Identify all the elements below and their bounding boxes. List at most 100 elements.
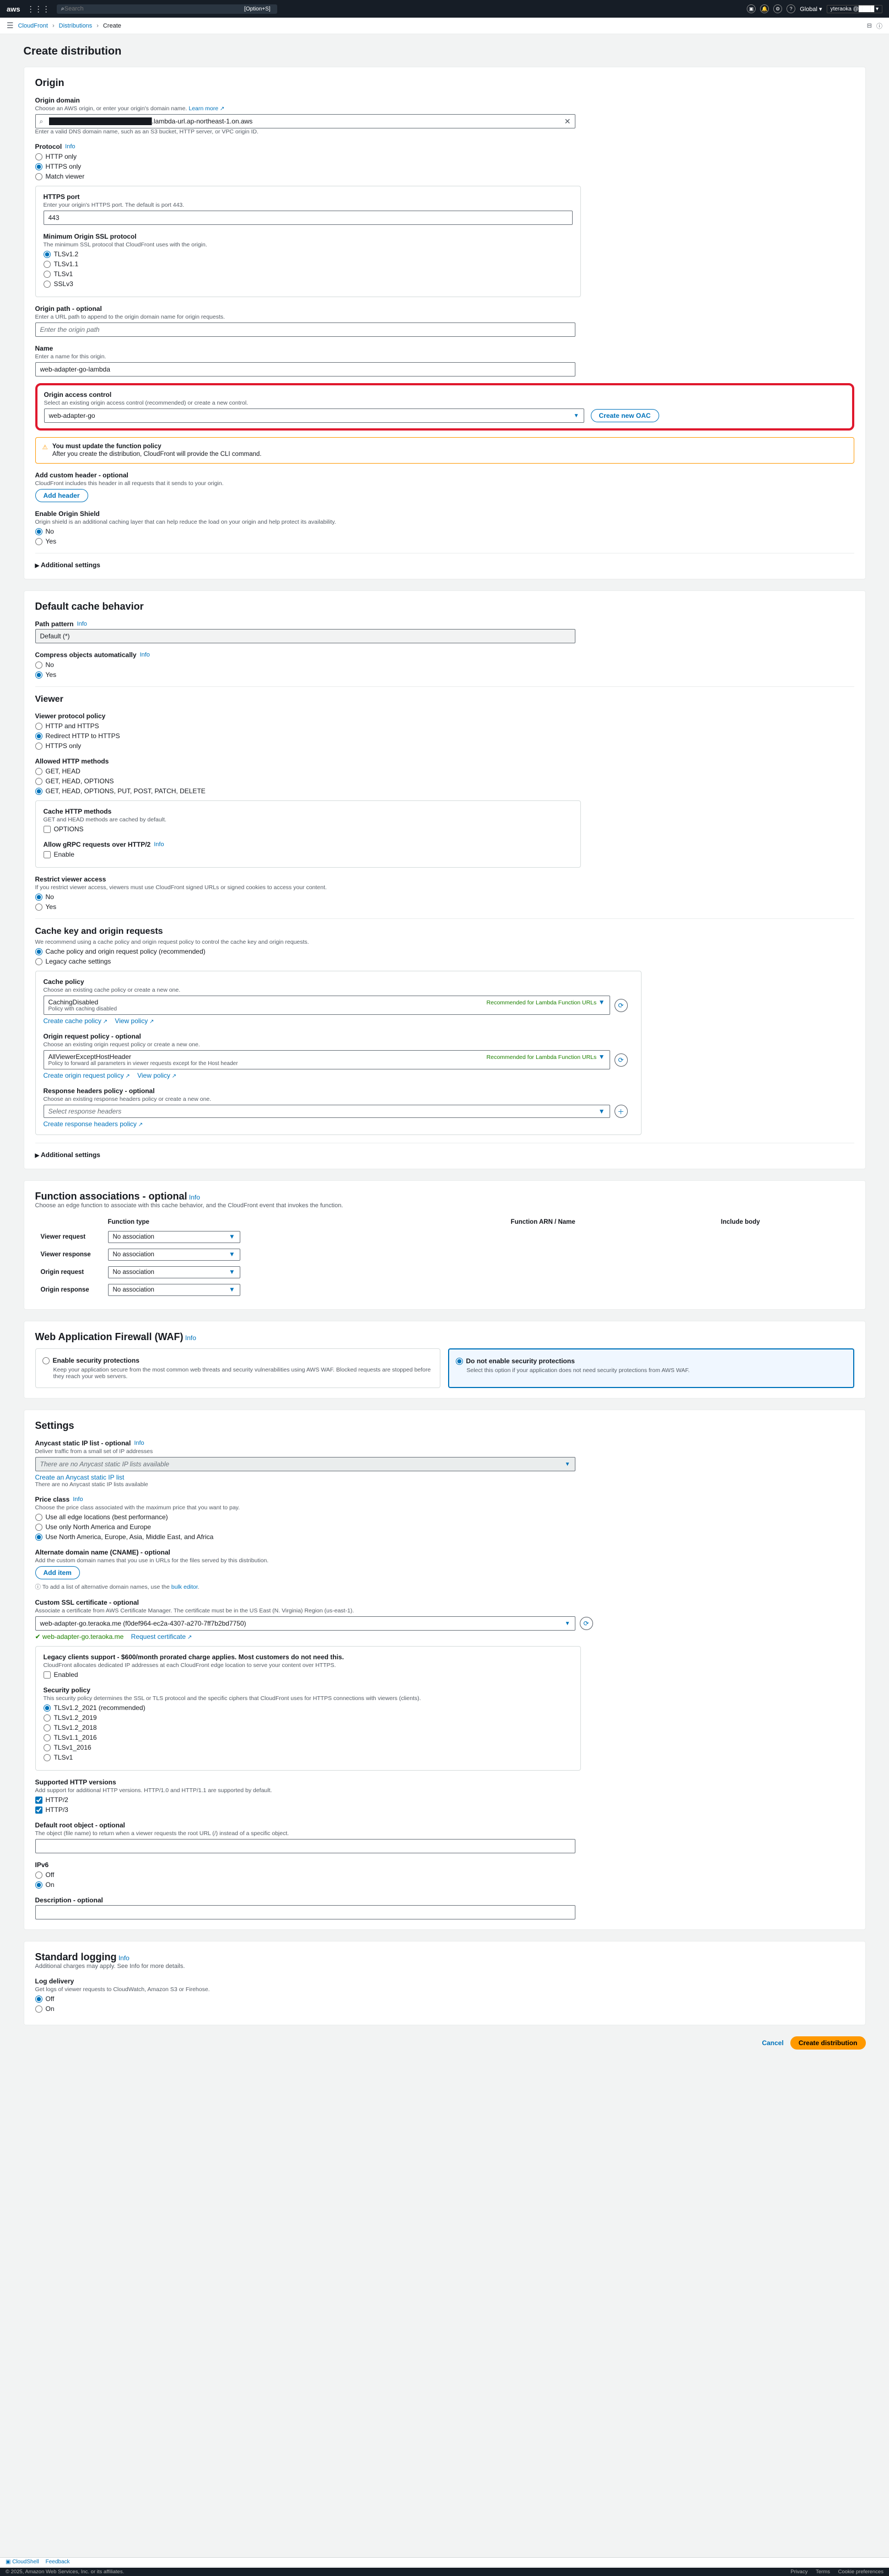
side-nav-toggle-icon[interactable]: ☰ [7, 21, 14, 30]
func-type-select[interactable]: No association▼ [108, 1284, 240, 1296]
waf-disable-radio[interactable] [456, 1358, 463, 1365]
ssl-select[interactable]: web-adapter-go.teraoka.me (f0def964-ec2a… [35, 1616, 575, 1631]
secpol-1-2016[interactable] [44, 1744, 51, 1751]
global-search[interactable]: ⌕ [Option+S] [57, 4, 277, 14]
refresh-icon[interactable]: ⟳ [615, 999, 628, 1012]
price-na-eu[interactable] [35, 1524, 42, 1531]
cache-additional-settings-toggle[interactable]: Additional settings [35, 1151, 854, 1159]
func-type-select[interactable]: No association▼ [108, 1249, 240, 1261]
info-panel-icon[interactable]: ⓘ [876, 21, 882, 30]
grpc-enable-checkbox[interactable] [44, 851, 51, 858]
orp-select[interactable]: AllViewerExceptHostHeaderRecommended for… [44, 1050, 610, 1069]
help-icon[interactable]: ? [786, 4, 795, 13]
minssl-tls12[interactable] [44, 251, 51, 258]
info-link[interactable]: Info [154, 841, 164, 848]
compress-yes[interactable] [35, 671, 42, 679]
view-orp-link[interactable]: View policy [137, 1072, 176, 1079]
methods-get-head[interactable] [35, 768, 42, 775]
func-type-select[interactable]: No association▼ [108, 1231, 240, 1243]
cancel-button[interactable]: Cancel [762, 2039, 783, 2047]
refresh-icon[interactable]: ⟳ [615, 1053, 628, 1067]
price-na-eu-asia[interactable] [35, 1534, 42, 1541]
waf-enable-option[interactable]: Enable security protections Keep your ap… [35, 1348, 440, 1388]
http3-checkbox[interactable] [35, 1806, 42, 1814]
info-link[interactable]: Info [134, 1440, 144, 1446]
privacy-link[interactable]: Privacy [790, 2569, 807, 2575]
info-link[interactable]: Info [77, 621, 87, 627]
secpol-11-2016[interactable] [44, 1734, 51, 1741]
origin-path-input[interactable] [35, 322, 575, 337]
account-menu[interactable]: yteraoka @████ ▾ [827, 5, 882, 13]
rhp-select[interactable]: Select response headers▼ [44, 1105, 610, 1118]
minssl-ssl3[interactable] [44, 281, 51, 288]
search-input[interactable] [64, 6, 242, 12]
secpol-2018[interactable] [44, 1724, 51, 1731]
refresh-icon[interactable]: ⟳ [580, 1617, 593, 1630]
learn-more-link[interactable]: Learn more [188, 105, 224, 112]
vpp-https-only[interactable] [35, 743, 42, 750]
vpp-redirect[interactable] [35, 733, 42, 740]
protocol-match-viewer[interactable] [35, 173, 42, 180]
root-obj-input[interactable] [35, 1839, 575, 1853]
cache-policy-select[interactable]: CachingDisabledRecommended for Lambda Fu… [44, 996, 610, 1015]
cloudshell-icon[interactable]: ▣ [747, 4, 756, 13]
info-link[interactable]: Info [65, 143, 75, 150]
compress-no[interactable] [35, 662, 42, 669]
info-link[interactable]: Info [73, 1496, 83, 1503]
request-certificate-link[interactable]: Request certificate [131, 1633, 192, 1641]
restrict-no[interactable] [35, 894, 42, 901]
info-link[interactable]: Info [185, 1334, 196, 1342]
log-delivery-off[interactable] [35, 1996, 42, 2003]
add-item-button[interactable]: Add item [35, 1566, 80, 1579]
protocol-https-only[interactable] [35, 163, 42, 170]
legacy-enabled-checkbox[interactable] [44, 1671, 51, 1679]
cache-options-checkbox[interactable] [44, 826, 51, 833]
http2-checkbox[interactable] [35, 1797, 42, 1804]
region-selector[interactable]: Global ▾ [800, 6, 822, 13]
ssl-cert-link[interactable]: web-adapter-go.teraoka.me [42, 1633, 123, 1641]
secpol-2019[interactable] [44, 1714, 51, 1722]
oac-select[interactable]: web-adapter-go ▼ [44, 408, 584, 423]
info-link[interactable]: Info [189, 1193, 200, 1201]
info-link[interactable]: Info [140, 652, 150, 658]
terms-link[interactable]: Terms [816, 2569, 830, 2575]
origin-additional-settings-toggle[interactable]: Additional settings [35, 561, 854, 569]
bulk-editor-link[interactable]: bulk editor [171, 1584, 198, 1590]
func-type-select[interactable]: No association▼ [108, 1266, 240, 1278]
restrict-yes[interactable] [35, 904, 42, 911]
ipv6-off[interactable] [35, 1872, 42, 1879]
description-input[interactable] [35, 1905, 575, 1919]
services-grid-icon[interactable]: ⋮⋮⋮ [27, 4, 50, 14]
secpol-tls1[interactable] [44, 1754, 51, 1761]
minssl-tls11[interactable] [44, 261, 51, 268]
methods-all[interactable] [35, 788, 42, 795]
minssl-tls1[interactable] [44, 271, 51, 278]
ckor-legacy[interactable] [35, 958, 42, 965]
feedback-link[interactable]: Feedback [46, 2559, 70, 2565]
secpol-2021[interactable] [44, 1704, 51, 1712]
create-cache-policy-link[interactable]: Create cache policy [44, 1017, 108, 1025]
preferences-icon[interactable]: ⊟ [867, 22, 872, 29]
methods-get-head-options[interactable] [35, 778, 42, 785]
create-rhp-link[interactable]: Create response headers policy [44, 1120, 143, 1128]
origin-domain-input[interactable] [35, 114, 575, 128]
log-delivery-on[interactable] [35, 2005, 42, 2013]
shield-yes[interactable] [35, 538, 42, 545]
add-header-button[interactable]: Add header [35, 489, 88, 502]
anycast-select[interactable]: There are no Anycast static IP lists ava… [35, 1457, 575, 1471]
shield-no[interactable] [35, 528, 42, 535]
ckor-recommended[interactable] [35, 948, 42, 955]
aws-logo[interactable]: aws [7, 5, 20, 13]
https-port-input[interactable] [44, 211, 573, 225]
waf-enable-radio[interactable] [42, 1357, 50, 1364]
cookie-prefs-link[interactable]: Cookie preferences [838, 2569, 883, 2575]
create-distribution-button[interactable]: Create distribution [790, 2036, 866, 2050]
notifications-icon[interactable]: 🔔 [760, 4, 769, 13]
protocol-http-only[interactable] [35, 153, 42, 160]
breadcrumb-cloudfront[interactable]: CloudFront [18, 23, 48, 29]
clear-icon[interactable]: ✕ [564, 117, 571, 126]
create-orp-link[interactable]: Create origin request policy [44, 1072, 130, 1079]
waf-disable-option[interactable]: Do not enable security protections Selec… [448, 1348, 854, 1388]
vpp-http-and-https[interactable] [35, 723, 42, 730]
create-oac-button[interactable]: Create new OAC [591, 409, 659, 422]
